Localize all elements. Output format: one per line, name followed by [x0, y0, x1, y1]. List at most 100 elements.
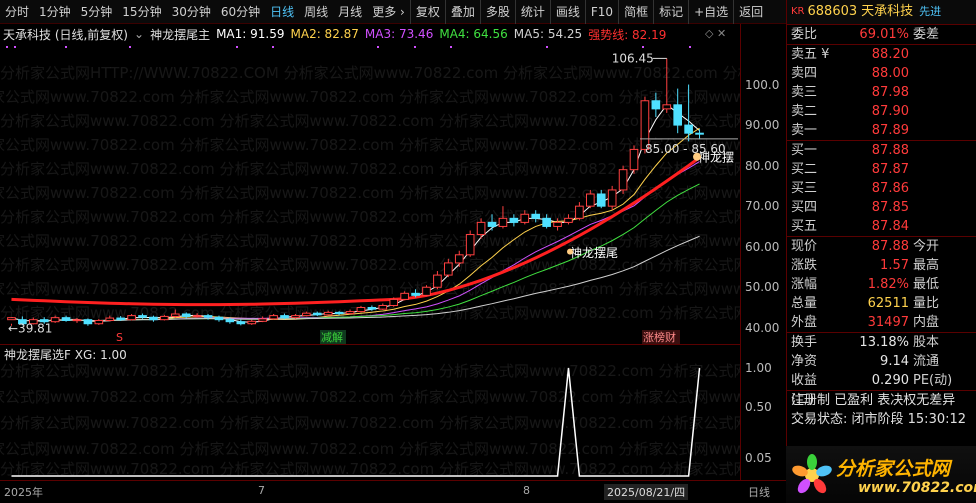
ask-row[interactable]: 卖五 ¥ 88.20	[787, 45, 976, 64]
candle-body	[673, 104, 683, 126]
stock-title: 天承科技 (日线,前复权)	[3, 27, 128, 42]
candle-body	[291, 315, 300, 319]
bid-row[interactable]: 买四 87.85	[787, 198, 976, 217]
period-tab-7[interactable]: 周线	[299, 0, 333, 24]
bid-label: 买一	[791, 143, 818, 158]
candle-body	[498, 217, 508, 227]
ask-row[interactable]: 卖二 87.90	[787, 102, 976, 121]
tool-button-6[interactable]: 简框	[618, 0, 653, 24]
candle-body	[662, 104, 672, 110]
watermark-text: 分析家公式网www.70822.com 分析家公式网www.70822.com …	[0, 440, 740, 458]
ask-row[interactable]: 卖一 87.89	[787, 121, 976, 140]
quote-value: 87.88	[871, 239, 909, 254]
candlestick-chart[interactable]: 分析家公式网HTTP://WWW.70822.COM 分析家公式网www.708…	[0, 44, 740, 344]
ma2-value: MA2: 82.87	[290, 27, 359, 41]
ma3-value: MA3: 73.46	[364, 27, 434, 41]
quote-row[interactable]: 涨幅 1.82% 最低	[787, 275, 976, 294]
candle-body	[236, 321, 246, 325]
ask-value: 87.90	[871, 104, 909, 119]
candle-body	[531, 213, 541, 219]
sub-tick: 1.00	[745, 361, 772, 375]
ask-label: 卖四	[791, 66, 818, 81]
tool-button-9[interactable]: 返回	[733, 0, 768, 24]
candle-body	[454, 254, 464, 264]
tool-button-8[interactable]: +自选	[688, 0, 733, 24]
stat-row[interactable]: 换手 13.18% 股本	[787, 333, 976, 352]
watermark-text: 分析家公式网www.70822.com 分析家公式网www.70822.com …	[0, 280, 740, 298]
quote-label2: 最高	[913, 258, 940, 273]
trade-status: 交易状态: 闭市阶段 15:30:12	[791, 412, 967, 427]
bid-row[interactable]: 买三 87.86	[787, 179, 976, 198]
tool-button-7[interactable]: 标记	[653, 0, 688, 24]
indicator-name[interactable]: 神龙摆尾主	[150, 26, 210, 43]
bid-label: 买三	[791, 181, 818, 196]
watermark-text: 分析家公式网www.70822.com 分析家公式网www.70822.com …	[0, 136, 740, 154]
period-tab-2[interactable]: 5分钟	[76, 0, 118, 24]
price-tick: 50.00	[745, 280, 780, 295]
quote-row[interactable]: 现价 87.88 今开	[787, 237, 976, 256]
quote-value: 62511	[867, 296, 909, 311]
ask-row[interactable]: 卖三 87.98	[787, 83, 976, 102]
bid-row[interactable]: 买一 87.88	[787, 141, 976, 160]
tool-button-1[interactable]: 叠加	[444, 0, 480, 24]
quote-row[interactable]: 外盘 31497 内盘	[787, 313, 976, 332]
candle-body	[247, 320, 257, 325]
stock-name: 天承科技	[861, 4, 914, 19]
period-tab-5[interactable]: 60分钟	[216, 0, 265, 24]
logo-text: 分析家公式网	[836, 458, 951, 480]
candle-body	[487, 221, 497, 227]
period-tab-6[interactable]: 日线	[265, 0, 299, 24]
period-tab-9[interactable]: 更多 ›	[367, 0, 410, 24]
bid-row[interactable]: 买二 87.87	[787, 160, 976, 179]
xg-signal-chart[interactable]: 分析家公式网www.70822.com 分析家公式网www.70822.com …	[0, 346, 740, 480]
candle-body	[323, 311, 333, 316]
candle-body	[203, 315, 213, 318]
candle-body	[585, 193, 595, 207]
period-tab-3[interactable]: 15分钟	[117, 0, 166, 24]
site-logo: 分析家公式网 www.70822.com	[786, 446, 976, 503]
tool-button-2[interactable]: 多股	[479, 0, 515, 24]
sub-tick: 0.50	[745, 400, 772, 414]
candle-body	[367, 307, 377, 310]
candle-body	[116, 317, 126, 321]
quote-row[interactable]: 涨跌 1.57 最高	[787, 256, 976, 275]
tag-dot	[693, 152, 701, 161]
tool-button-3[interactable]: 统计	[514, 0, 550, 24]
tool-button-0[interactable]: 复权	[409, 0, 445, 24]
period-tab-4[interactable]: 30分钟	[167, 0, 216, 24]
chart-settings-icons[interactable]: ◇ ✕	[705, 27, 726, 40]
candle-body	[302, 312, 311, 317]
candle-body	[225, 319, 235, 323]
ask-row[interactable]: 卖四 88.00	[787, 64, 976, 83]
candle-body	[83, 319, 93, 325]
tool-button-4[interactable]: 画线	[549, 0, 585, 24]
quote-value: 31497	[867, 315, 909, 330]
ask-label: 卖五 ¥	[791, 47, 830, 62]
top-marker	[689, 46, 691, 48]
period-tab-8[interactable]: 月线	[333, 0, 367, 24]
weicha-label: 委差	[913, 27, 940, 42]
reg-info: 注册制 已盈利 表决权无差异	[791, 393, 956, 408]
stat-row[interactable]: 净资 9.14 流通	[787, 352, 976, 371]
candle-body	[334, 311, 344, 315]
chevron-down-icon[interactable]: ⌄	[134, 27, 144, 41]
sub-tick: 0.05	[745, 451, 772, 465]
quote-row[interactable]: 总量 62511 量比	[787, 294, 976, 313]
candle-body	[61, 317, 71, 321]
tool-button-5[interactable]: F10	[584, 0, 618, 24]
weibi-label: 委比	[791, 27, 818, 42]
tag-label-2: 神龙摆尾	[570, 246, 618, 260]
candle-body	[105, 317, 115, 321]
stat-label2: PE(动)	[913, 373, 953, 388]
period-tab-0[interactable]: 分时	[0, 0, 34, 24]
bid-value: 87.87	[871, 162, 909, 177]
candle-body	[695, 132, 704, 135]
stat-row[interactable]: 收益(二) 0.290 PE(动)	[787, 371, 976, 407]
bid-row[interactable]: 买五 87.84	[787, 217, 976, 236]
top-marker	[236, 46, 238, 48]
weibi-value: 69.01%	[859, 27, 909, 42]
candle-body	[509, 217, 519, 223]
period-tab-1[interactable]: 1分钟	[34, 0, 76, 24]
candle-body	[7, 317, 16, 321]
quote-label: 外盘	[791, 315, 818, 330]
